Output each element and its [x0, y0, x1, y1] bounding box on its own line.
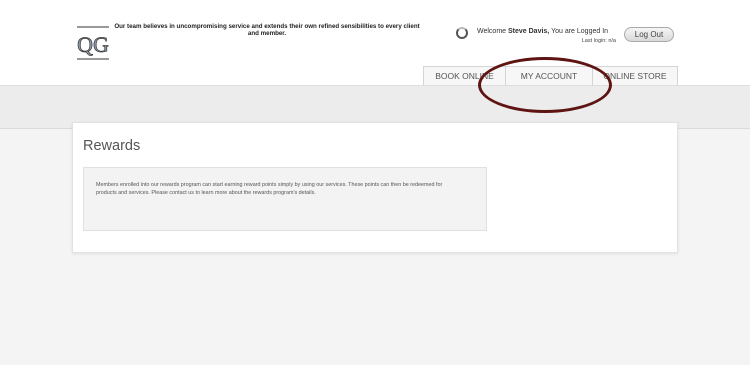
site-header: QG Our team believes in uncompromising s…	[0, 0, 750, 85]
site-tagline: Our team believes in uncompromising serv…	[114, 23, 420, 38]
user-name: Steve Davis,	[508, 28, 550, 35]
qg-logo[interactable]: QG	[76, 24, 110, 62]
tab-my-account[interactable]: MY ACCOUNT	[505, 66, 593, 85]
rewards-panel: Rewards Members enrolled into our reward…	[72, 122, 678, 253]
welcome-prefix: Welcome	[477, 28, 507, 35]
page-title: Rewards	[83, 138, 141, 154]
rewards-description: Members enrolled into our rewards progra…	[96, 182, 443, 196]
rewards-info-box: Members enrolled into our rewards progra…	[83, 167, 487, 231]
svg-text:QG: QG	[77, 32, 109, 57]
main-nav: BOOK ONLINE MY ACCOUNT ONLINE STORE	[423, 66, 678, 85]
logout-button[interactable]: Log Out	[624, 27, 674, 42]
last-login-text: Last login: n/a	[581, 38, 616, 44]
welcome-message: Welcome Steve Davis, You are Logged In	[477, 28, 608, 35]
welcome-suffix: You are Logged In	[551, 28, 609, 35]
loading-spinner-icon	[456, 27, 468, 39]
tab-online-store[interactable]: ONLINE STORE	[592, 66, 678, 85]
tab-book-online[interactable]: BOOK ONLINE	[423, 66, 506, 85]
